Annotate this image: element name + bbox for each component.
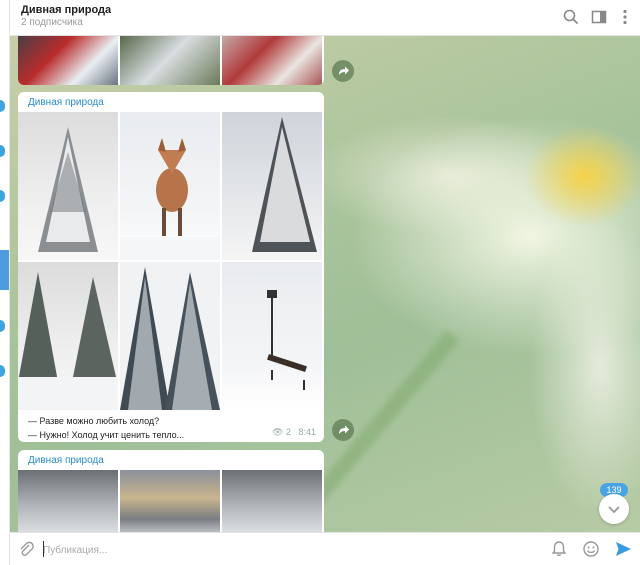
unread-indicator [0,100,5,112]
chat-header: Дивная природа 2 подписчика [10,0,640,36]
chat-history[interactable]: Дивная природа — Разве можно любить холо… [10,36,640,532]
forward-icon[interactable] [332,60,354,82]
photo[interactable] [120,36,220,85]
bell-icon[interactable] [550,540,568,558]
photo-forest-path[interactable] [18,262,118,410]
message-input[interactable] [43,541,523,559]
send-icon[interactable] [614,540,632,558]
subscriber-count: 2 подписчика [21,17,83,28]
unread-indicator [0,320,5,332]
sidebar-toggle-icon[interactable] [590,8,608,26]
more-icon[interactable] [616,8,634,26]
channel-title[interactable]: Дивная природа [21,4,111,16]
photo-fox[interactable] [120,112,220,260]
forward-icon[interactable] [332,419,354,441]
text-cursor [43,541,44,557]
photo[interactable] [222,36,322,85]
eye-icon: 👁 [271,427,284,437]
message-meta: 👁 2 8:41 [272,427,316,438]
photo-park-bench[interactable] [222,262,322,410]
photo-snowy-firs[interactable] [120,262,220,410]
message-author[interactable]: Дивная природа [18,450,324,470]
album-message[interactable] [18,36,324,85]
attach-icon[interactable] [17,540,35,558]
chevron-down-icon [608,506,620,514]
chat-list-edge[interactable] [0,0,10,565]
view-count: 2 [285,427,291,437]
composer-bar [10,532,640,565]
photo-snowy-tree[interactable] [18,112,118,260]
selected-chat-indicator [0,250,9,290]
unread-indicator [0,145,5,157]
album-message[interactable]: Дивная природа [18,92,324,442]
photo[interactable] [18,36,118,85]
search-icon[interactable] [562,8,580,26]
scroll-to-bottom-button[interactable] [599,494,629,524]
photo[interactable] [120,470,220,532]
album-message[interactable]: Дивная природа [18,450,324,532]
message-author[interactable]: Дивная природа [18,92,324,112]
photo[interactable] [18,470,118,532]
message-time: 8:41 [298,427,316,437]
emoji-icon[interactable] [582,540,600,558]
unread-indicator [0,365,5,377]
photo[interactable] [222,470,322,532]
photo-snowy-fir[interactable] [222,112,322,260]
caption-line: — Разве можно любить холод? [28,416,160,426]
unread-indicator [0,190,5,202]
